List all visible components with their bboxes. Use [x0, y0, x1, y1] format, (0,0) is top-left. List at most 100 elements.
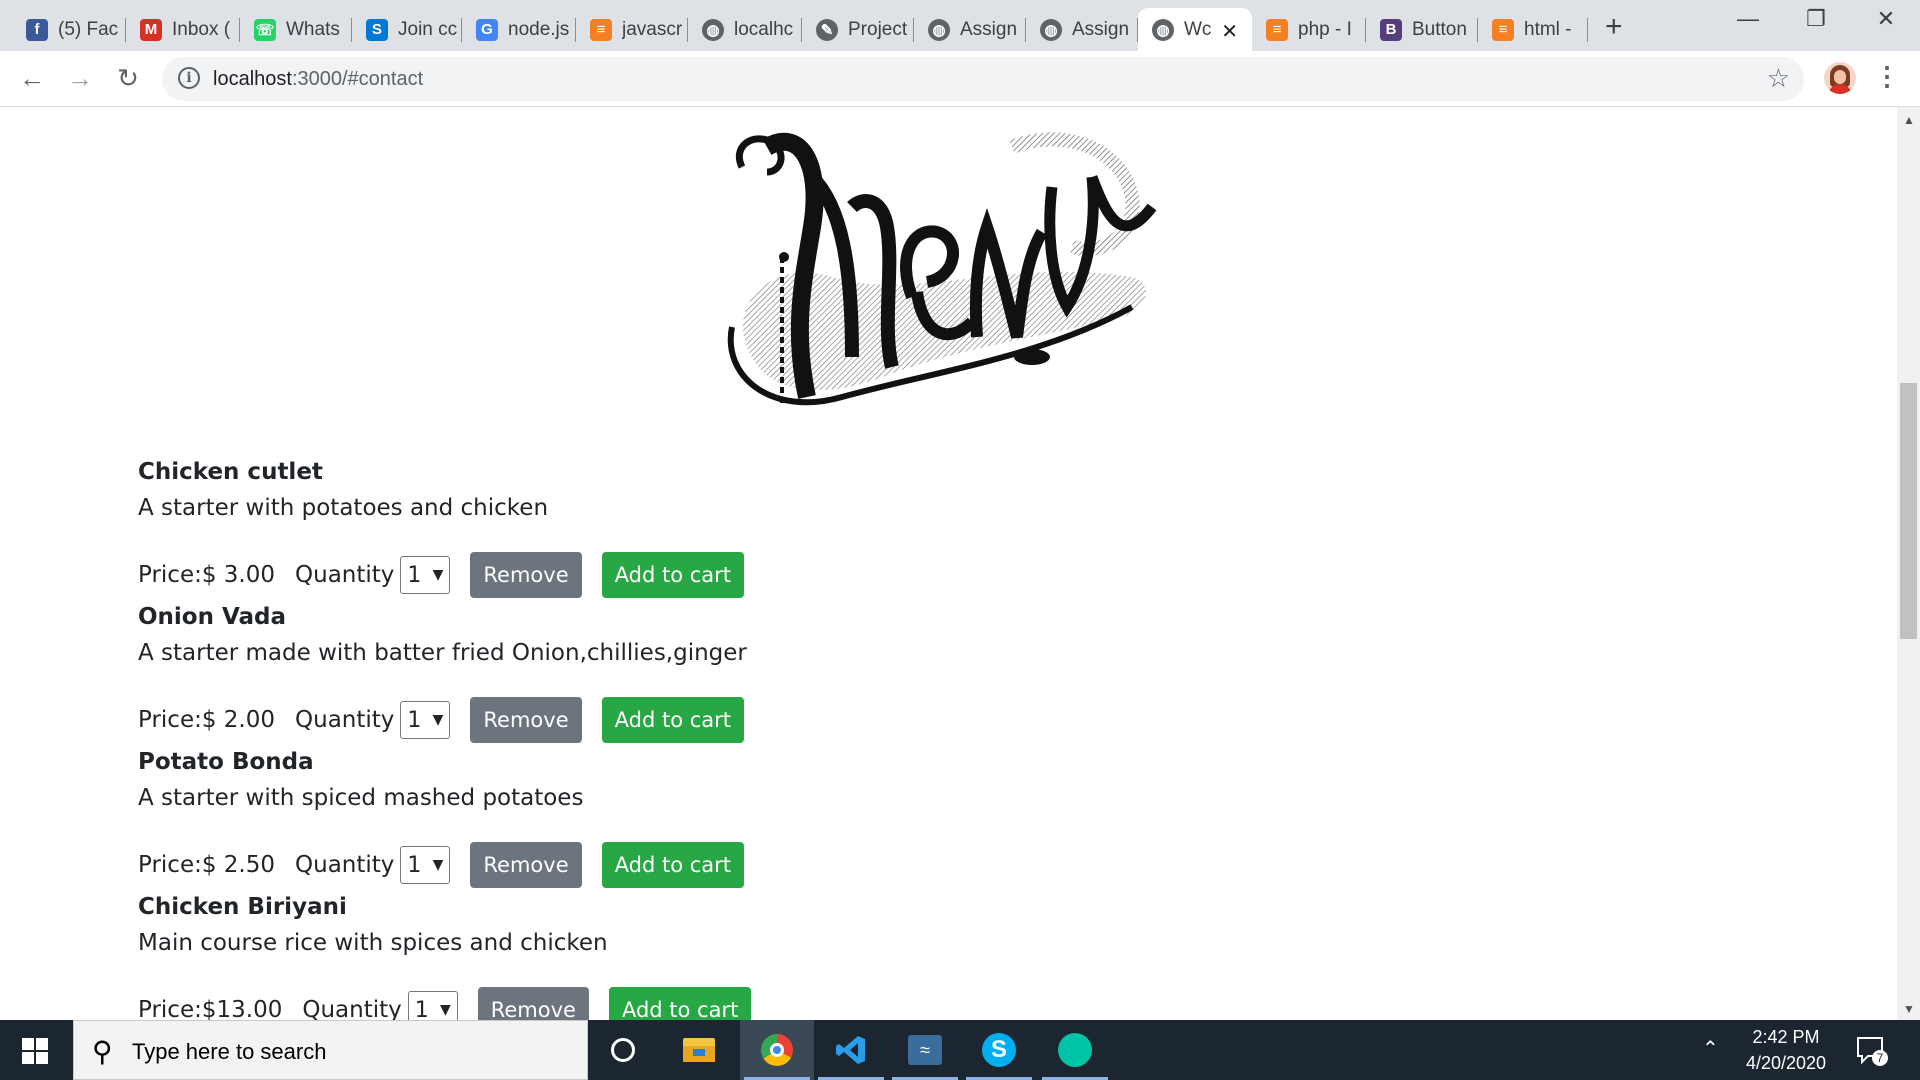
browser-tab[interactable]: f (5) Fac: [12, 8, 126, 51]
search-icon: ⚲: [92, 1036, 113, 1067]
browser-tab[interactable]: ◍ Wc ✕: [1138, 8, 1252, 51]
browser-tab[interactable]: S Join cc: [352, 8, 462, 51]
browser-tab[interactable]: ◍ Assign: [914, 8, 1026, 51]
add-to-cart-button[interactable]: Add to cart: [601, 842, 745, 888]
stackoverflow-icon: ≡: [1492, 18, 1514, 41]
browser-tab[interactable]: B Button: [1366, 8, 1478, 51]
globe-icon: ◍: [702, 18, 724, 41]
tab-title: Button: [1412, 18, 1467, 40]
globe-icon: ◍: [928, 18, 950, 41]
tab-title: Project: [848, 18, 908, 40]
cortana-icon[interactable]: [586, 1020, 660, 1080]
scrollbar-thumb[interactable]: [1900, 383, 1917, 639]
tab-title: php - I: [1298, 18, 1352, 40]
browser-tab[interactable]: ≡ html -: [1478, 8, 1588, 51]
quantity-value: 1: [414, 997, 429, 1021]
stackoverflow-icon: ≡: [590, 18, 612, 41]
item-name: Chicken cutlet: [138, 459, 323, 485]
add-to-cart-button[interactable]: Add to cart: [601, 697, 745, 743]
item-name: Onion Vada: [138, 604, 287, 630]
browser-menu-icon[interactable]: ⋮: [1874, 61, 1900, 92]
quantity-label: Quantity: [302, 997, 402, 1020]
menu-item: Chicken cutlet A starter with potatoes an…: [138, 459, 838, 598]
whatsapp-icon: ☏: [254, 18, 276, 41]
skype-icon[interactable]: S: [962, 1020, 1036, 1080]
tab-title: javascr: [622, 18, 683, 40]
taskbar-clock[interactable]: 2:42 PM 4/20/2020: [1736, 1024, 1836, 1076]
tab-title: Inbox (: [172, 18, 231, 40]
chrome-icon[interactable]: [740, 1020, 814, 1080]
pen-icon: ✎: [816, 18, 838, 41]
search-placeholder: Type here to search: [132, 1039, 327, 1064]
taskbar-search-box[interactable]: ⚲ Type here to search: [73, 1020, 588, 1080]
browser-tab[interactable]: ✎ Project: [802, 8, 914, 51]
profile-avatar[interactable]: [1824, 62, 1856, 94]
clock-date: 4/20/2020: [1745, 1053, 1827, 1073]
browser-tab[interactable]: ≡ javascr: [576, 8, 688, 51]
browser-tab[interactable]: ≡ php - I: [1252, 8, 1366, 51]
remove-button[interactable]: Remove: [470, 697, 582, 743]
quantity-label: Quantity: [295, 852, 395, 878]
browser-tab[interactable]: ◍ Assign: [1026, 8, 1138, 51]
facebook-icon: f: [26, 18, 48, 41]
quantity-label: Quantity: [295, 707, 395, 733]
quantity-value: 1: [407, 707, 422, 733]
restore-button[interactable]: ❐: [1796, 6, 1836, 32]
minimize-button[interactable]: —: [1728, 6, 1768, 32]
forward-icon[interactable]: →: [62, 63, 98, 94]
browser-tab[interactable]: M Inbox (: [126, 8, 240, 51]
add-to-cart-button[interactable]: Add to cart: [601, 552, 745, 598]
tab-title: html -: [1524, 18, 1572, 40]
add-to-cart-button[interactable]: Add to cart: [608, 987, 752, 1020]
browser-tab[interactable]: ☏ Whats: [240, 8, 352, 51]
menu-item: Potato Bonda A starter with spiced mashed…: [138, 749, 838, 888]
mysql-workbench-icon[interactable]: ≈: [888, 1020, 962, 1080]
tab-strip: + — ❐ ✕ f (5) Fac M Inbox ( ☏ Whats S Join cc Gn…: [0, 0, 1920, 51]
action-center-icon[interactable]: 7: [1856, 1036, 1888, 1066]
gmail-icon: M: [140, 18, 162, 41]
remove-button[interactable]: Remove: [470, 552, 582, 598]
file-explorer-icon[interactable]: [662, 1020, 736, 1080]
item-description: A starter made with batter fried Onion,c…: [138, 640, 747, 666]
browser-toolbar: ← → ↻ i localhost:3000/#contact ☆ ⋮: [0, 51, 1920, 107]
app-teal-icon[interactable]: [1038, 1020, 1112, 1080]
tab-title: Whats: [286, 18, 340, 40]
close-tab-icon[interactable]: ✕: [1221, 19, 1238, 44]
back-icon[interactable]: ←: [14, 63, 50, 94]
globe-icon: ◍: [1152, 18, 1174, 41]
page-scrollbar[interactable]: ▲ ▼: [1897, 107, 1920, 1020]
item-price: Price:$ 3.00: [138, 562, 276, 588]
menu-logo: [727, 132, 1157, 407]
windows-start-icon[interactable]: [22, 1038, 48, 1064]
item-description: Main course rice with spices and chicken: [138, 930, 608, 956]
bootstrap-icon: B: [1380, 18, 1402, 41]
item-actions: Price:$ 3.00 Quantity 1 ▼ Remove Add to cart: [138, 552, 745, 598]
menu-item: Onion Vada A starter made with batter fri…: [138, 604, 838, 743]
quantity-select[interactable]: 1 ▼: [407, 991, 458, 1021]
bookmark-star-icon[interactable]: ☆: [1767, 63, 1790, 94]
close-window-button[interactable]: ✕: [1866, 6, 1906, 32]
tab-title: localhc: [734, 18, 794, 40]
new-tab-button[interactable]: +: [1605, 10, 1623, 44]
browser-tab[interactable]: Gnode.js: [462, 8, 576, 51]
item-price: Price:$ 2.00: [138, 707, 276, 733]
scroll-up-arrow[interactable]: ▲: [1903, 113, 1915, 127]
quantity-select[interactable]: 1 ▼: [400, 846, 451, 884]
show-hidden-icons-chevron[interactable]: ⌃: [1702, 1036, 1719, 1061]
browser-tab[interactable]: ◍ localhc: [688, 8, 802, 51]
vscode-icon[interactable]: [814, 1020, 888, 1080]
quantity-label: Quantity: [295, 562, 395, 588]
scroll-down-arrow[interactable]: ▼: [1903, 1002, 1915, 1016]
remove-button[interactable]: Remove: [477, 987, 589, 1020]
quantity-select[interactable]: 1 ▼: [400, 556, 451, 594]
remove-button[interactable]: Remove: [470, 842, 582, 888]
quantity-select[interactable]: 1 ▼: [400, 701, 451, 739]
address-bar[interactable]: i localhost:3000/#contact ☆: [162, 57, 1804, 101]
info-icon[interactable]: i: [178, 67, 200, 89]
url-text: localhost:3000/#contact: [213, 68, 424, 90]
stackoverflow-icon: ≡: [1266, 18, 1288, 41]
skype-icon: S: [366, 18, 388, 41]
tab-title: (5) Fac: [58, 18, 119, 40]
windows-taskbar: ⚲ Type here to search ≈ S ⌃ 2:42 PM 4/20…: [0, 1020, 1920, 1080]
reload-icon[interactable]: ↻: [110, 63, 146, 94]
